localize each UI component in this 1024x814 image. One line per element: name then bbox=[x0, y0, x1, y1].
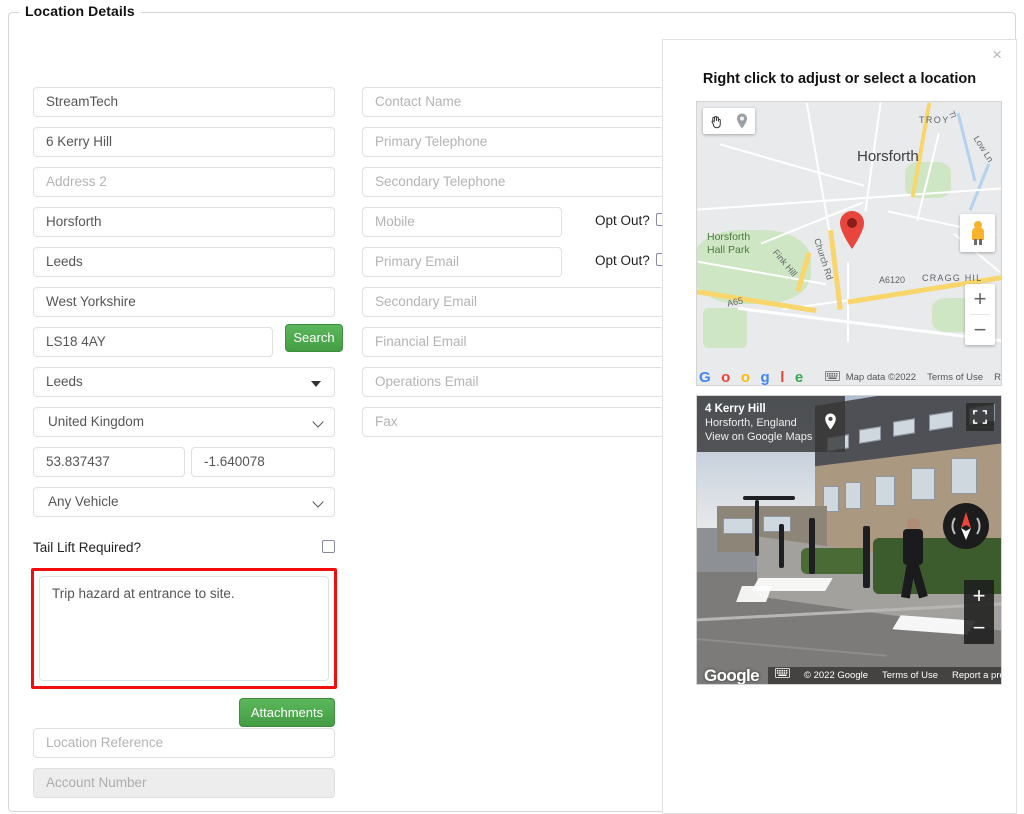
google-logo-streetview: Google bbox=[697, 667, 766, 684]
postcode-input[interactable]: LS18 4AY bbox=[33, 327, 273, 357]
street-view-zoom-in-button[interactable]: + bbox=[964, 580, 994, 612]
street-view-info-box: 4 Kerry Hill Horsforth, England View on … bbox=[697, 396, 845, 452]
bus-shelter-roof bbox=[743, 496, 795, 500]
address-3-input[interactable]: Horsforth bbox=[33, 207, 335, 237]
place-marker-icon[interactable] bbox=[729, 108, 755, 134]
location-details-fieldset: Location Details StreamTech 6 Kerry Hill… bbox=[8, 12, 1016, 812]
fullscreen-icon[interactable] bbox=[966, 403, 994, 431]
primary-email-input[interactable]: Primary Email bbox=[362, 247, 562, 277]
streetview-nav-arrow[interactable] bbox=[736, 586, 772, 602]
county-input[interactable]: West Yorkshire bbox=[33, 287, 335, 317]
notes-textarea[interactable]: Trip hazard at entrance to site. bbox=[39, 576, 329, 681]
mobile-input[interactable]: Mobile bbox=[362, 207, 562, 237]
building-window bbox=[875, 476, 895, 506]
keyboard-shortcuts-icon-streetview[interactable] bbox=[768, 667, 797, 684]
map-label-troy: TROY bbox=[919, 115, 950, 125]
street-view-zoom-out-button[interactable]: − bbox=[964, 612, 994, 644]
operations-email-input[interactable]: Operations Email bbox=[362, 367, 664, 397]
map-road bbox=[720, 143, 865, 186]
pegman-icon[interactable] bbox=[960, 214, 995, 252]
google-logo: Google bbox=[699, 370, 814, 385]
map-zoom-in-button[interactable]: + bbox=[965, 284, 995, 314]
map-road bbox=[806, 103, 831, 231]
map-terms-link[interactable]: Terms of Use bbox=[927, 372, 983, 383]
bollard bbox=[779, 524, 784, 568]
map-label-park-line2: Hall Park bbox=[707, 244, 750, 256]
bus-shelter-post bbox=[755, 500, 759, 556]
building-window bbox=[951, 458, 977, 494]
compass-icon[interactable] bbox=[943, 503, 989, 549]
map-location-marker[interactable] bbox=[838, 210, 866, 250]
shopfront-window bbox=[763, 516, 791, 532]
street-view-report-link[interactable]: Report a problem bbox=[945, 667, 1002, 684]
location-reference-input[interactable]: Location Reference bbox=[33, 728, 335, 758]
mobile-opt-out-label: Opt Out? bbox=[595, 213, 650, 228]
contact-name-input[interactable]: Contact Name bbox=[362, 87, 664, 117]
building-window bbox=[911, 468, 935, 500]
street-view-terms-link[interactable]: Terms of Use bbox=[875, 667, 945, 684]
keyboard-shortcuts-icon[interactable] bbox=[825, 371, 840, 384]
pedestrian bbox=[895, 518, 929, 602]
map-green-area-bottomleft bbox=[703, 308, 747, 348]
secondary-telephone-input[interactable]: Secondary Telephone bbox=[362, 167, 664, 197]
longitude-input[interactable]: -1.640078 bbox=[191, 447, 335, 477]
street-view-copyright: © 2022 Google bbox=[797, 667, 875, 684]
map-attribution: Google Map data ©2022 Terms of Use bbox=[697, 369, 1001, 385]
view-on-google-maps-link[interactable]: View on Google Maps bbox=[705, 430, 837, 444]
account-number-input: Account Number bbox=[33, 768, 335, 798]
map-panel: × Right click to adjust or select a loca… bbox=[662, 39, 1017, 814]
map-zoom-control[interactable]: + − bbox=[965, 284, 995, 345]
fax-input[interactable]: Fax bbox=[362, 407, 664, 437]
bollard bbox=[863, 526, 870, 588]
vehicle-select[interactable]: Any Vehicle bbox=[33, 487, 335, 517]
close-icon[interactable]: × bbox=[992, 46, 1002, 63]
secondary-email-input[interactable]: Secondary Email bbox=[362, 287, 664, 317]
email-opt-out-label: Opt Out? bbox=[595, 253, 650, 268]
search-button[interactable]: Search bbox=[285, 324, 343, 352]
company-name-input[interactable]: StreamTech bbox=[33, 87, 335, 117]
area-select[interactable]: Leeds bbox=[33, 367, 335, 397]
shopfront-window bbox=[723, 518, 753, 534]
primary-telephone-input[interactable]: Primary Telephone bbox=[362, 127, 664, 157]
map-label-town: Horsforth bbox=[857, 148, 919, 165]
map-data-text: Map data ©2022 bbox=[846, 372, 916, 383]
map-report-link[interactable]: Report a map error bbox=[994, 372, 1002, 383]
map-panel-title: Right click to adjust or select a locati… bbox=[663, 71, 1016, 87]
tail-lift-checkbox[interactable] bbox=[322, 540, 335, 553]
map-tool-group[interactable] bbox=[703, 108, 755, 134]
street-view-address-subtitle: Horsforth, England bbox=[705, 416, 837, 430]
fieldset-legend: Location Details bbox=[19, 3, 141, 19]
latitude-input[interactable]: 53.837437 bbox=[33, 447, 185, 477]
financial-email-input[interactable]: Financial Email bbox=[362, 327, 664, 357]
street-view-address-title: 4 Kerry Hill bbox=[705, 402, 837, 416]
notes-highlight-wrapper: Trip hazard at entrance to site. bbox=[31, 568, 337, 689]
pan-hand-icon[interactable] bbox=[703, 108, 729, 134]
town-input[interactable]: Leeds bbox=[33, 247, 335, 277]
building-window bbox=[845, 482, 861, 509]
map-river bbox=[957, 113, 977, 182]
address-1-input[interactable]: 6 Kerry Hill bbox=[33, 127, 335, 157]
map-zoom-out-button[interactable]: − bbox=[965, 315, 995, 345]
street-view[interactable]: 4 Kerry Hill Horsforth, England View on … bbox=[696, 395, 1002, 685]
street-view-zoom-control[interactable]: + − bbox=[964, 580, 994, 644]
tail-lift-label: Tail Lift Required? bbox=[33, 540, 141, 555]
google-map[interactable]: Horsforth TROY CRAGG HIL Horsforth Hall … bbox=[696, 101, 1002, 386]
country-select[interactable]: United Kingdom bbox=[33, 407, 335, 437]
map-label-cragg-hill: CRAGG HIL bbox=[922, 273, 982, 283]
bollard bbox=[809, 518, 815, 574]
street-view-attribution: Google © 2022 Google Terms of Use bbox=[697, 667, 1001, 684]
map-label-a6120: A6120 bbox=[879, 275, 905, 285]
address-2-input[interactable]: Address 2 bbox=[33, 167, 335, 197]
map-label-park: Horsforth bbox=[707, 231, 750, 243]
attachments-button[interactable]: Attachments bbox=[239, 698, 335, 727]
location-pin-icon bbox=[824, 413, 837, 435]
